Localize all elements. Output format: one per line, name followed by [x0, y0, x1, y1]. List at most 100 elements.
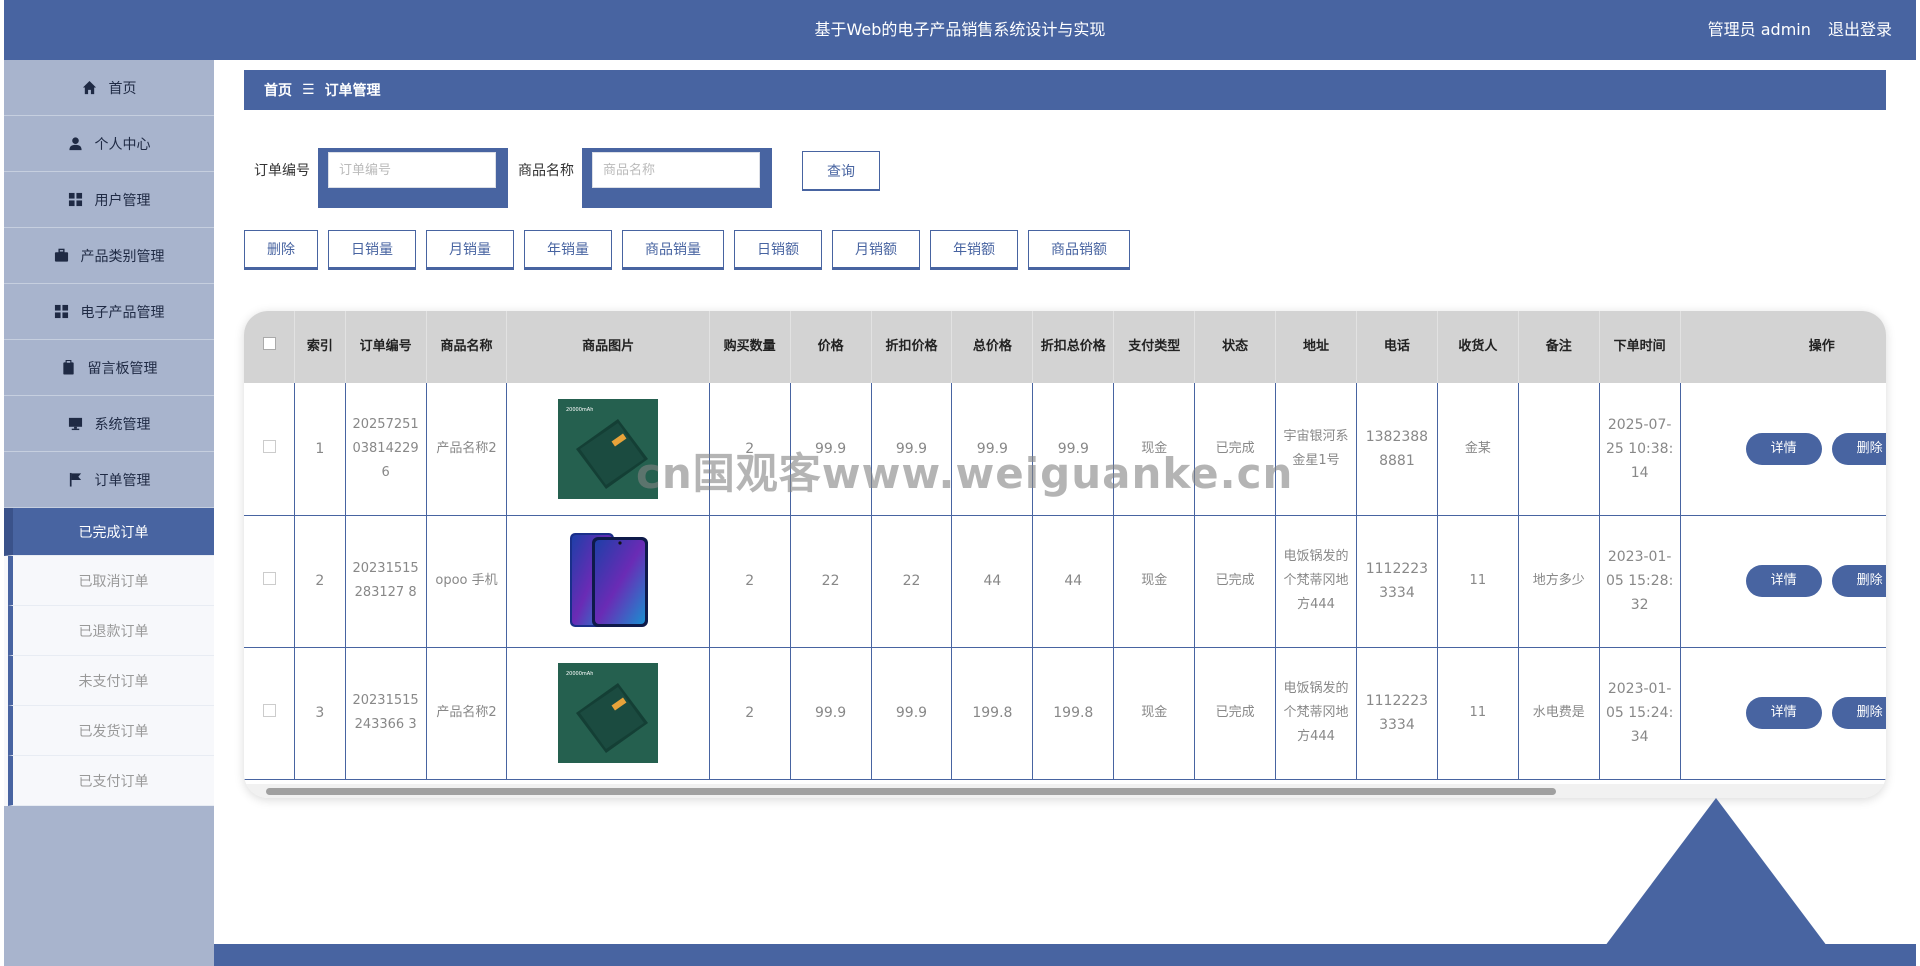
cell-phone: 11122233334 — [1356, 647, 1438, 779]
column-header: 备注 — [1518, 311, 1600, 383]
sidebar-item-categories[interactable]: 产品类别管理 — [4, 228, 214, 284]
grid-icon — [54, 304, 68, 319]
cell-image — [506, 515, 710, 647]
cell-receiver: 11 — [1437, 515, 1519, 647]
order-no-label: 订单编号 — [254, 163, 310, 179]
cell-image: 20000mAh — [506, 647, 710, 779]
cell-qty: 2 — [709, 515, 791, 647]
powerbank-image: 20000mAh — [558, 663, 659, 763]
sidebar-subitem-unpaid[interactable]: 未支付订单 — [8, 656, 214, 706]
yearly-sales-qty-button[interactable]: 年销量 — [524, 230, 612, 270]
sidebar-item-label: 订单管理 — [94, 472, 151, 489]
logout-link[interactable]: 退出登录 — [1828, 20, 1892, 39]
row-delete-button[interactable]: 删除 — [1831, 432, 1886, 465]
row-checkbox[interactable] — [262, 439, 276, 453]
daily-sales-amount-button[interactable]: 日销额 — [734, 230, 822, 270]
daily-sales-qty-button[interactable]: 日销量 — [328, 230, 416, 270]
cell-product: 产品名称2 — [426, 383, 508, 515]
column-header: 总价格 — [951, 311, 1034, 383]
sidebar-subitem-paid[interactable]: 已支付订单 — [8, 756, 214, 806]
decorative-triangle — [1566, 798, 1866, 966]
row-select-cell — [244, 647, 296, 779]
cell-order-no: 20231515243366 3 — [345, 647, 427, 779]
breadcrumb: 首页 ☰ 订单管理 — [244, 70, 1886, 110]
column-header: 状态 — [1194, 311, 1277, 383]
cell-address: 电饭锅发的个梵蒂冈地方444 — [1275, 647, 1357, 779]
sidebar-subitem-shipped[interactable]: 已发货订单 — [8, 706, 214, 756]
clipboard-icon — [62, 360, 74, 375]
product-sales-amount-button[interactable]: 商品销额 — [1028, 230, 1130, 270]
horizontal-scrollbar[interactable] — [244, 784, 1886, 798]
sidebar-subitem-refunded[interactable]: 已退款订单 — [8, 606, 214, 656]
sidebar-item-label: 系统管理 — [94, 416, 151, 433]
yearly-sales-amount-button[interactable]: 年销额 — [930, 230, 1018, 270]
breadcrumb-home[interactable]: 首页 — [264, 80, 292, 100]
cell-pay-type: 现金 — [1113, 647, 1196, 779]
sidebar-item-products[interactable]: 电子产品管理 — [4, 284, 214, 340]
detail-button[interactable]: 详情 — [1745, 697, 1822, 729]
product-name-input[interactable] — [592, 152, 760, 188]
footer-bar — [214, 944, 1916, 966]
cell-discount-price: 99.9 — [871, 647, 953, 779]
row-checkbox[interactable] — [262, 572, 276, 585]
select-all-cell — [244, 311, 296, 383]
cell-index: 1 — [294, 383, 346, 515]
detail-button[interactable]: 详情 — [1745, 432, 1822, 465]
breadcrumb-current: 订单管理 — [324, 83, 381, 99]
top-bar: 基于Web的电子产品销售系统设计与实现 管理员 admin 退出登录 — [4, 0, 1916, 60]
product-sales-qty-button[interactable]: 商品销量 — [622, 230, 724, 270]
row-checkbox[interactable] — [262, 704, 276, 717]
delete-button[interactable]: 删除 — [244, 230, 318, 270]
row-delete-button[interactable]: 删除 — [1831, 565, 1886, 597]
monthly-sales-qty-button[interactable]: 月销量 — [426, 230, 514, 270]
column-header: 收货人 — [1437, 311, 1519, 383]
column-header: 索引 — [294, 311, 346, 383]
cell-address: 宇宙银河系金星1号 — [1275, 383, 1357, 515]
user-label: 管理员 admin — [1707, 20, 1811, 39]
powerbank-image: 20000mAh — [558, 398, 659, 499]
search-form: 订单编号 商品名称 查询 — [254, 148, 880, 208]
monthly-sales-amount-button[interactable]: 月销额 — [832, 230, 920, 270]
person-icon — [68, 137, 82, 151]
sidebar: 首页 个人中心 用户管理 产品类别管理 电子产品管理 留言板管理 系统管理 订单… — [4, 60, 214, 966]
sidebar-item-home[interactable]: 首页 — [4, 60, 214, 116]
sidebar-subitem-completed[interactable]: 已完成订单 — [4, 508, 214, 556]
detail-button[interactable]: 详情 — [1745, 565, 1822, 597]
table-row: 1 20257251038142296 产品名称2 20000mAh 2 99.… — [244, 383, 1886, 515]
order-no-box — [318, 148, 508, 208]
sidebar-item-system[interactable]: 系统管理 — [4, 396, 214, 452]
product-name-box — [582, 148, 772, 208]
cell-status: 已完成 — [1194, 515, 1277, 647]
cell-time: 2023-01-05 15:24:34 — [1599, 647, 1681, 779]
row-delete-button[interactable]: 删除 — [1831, 697, 1886, 729]
table-row: 3 20231515243366 3 产品名称2 20000mAh 2 99.9… — [244, 647, 1886, 779]
column-header: 下单时间 — [1599, 311, 1681, 383]
sidebar-item-label: 留言板管理 — [87, 360, 158, 377]
sidebar-item-messages[interactable]: 留言板管理 — [4, 340, 214, 396]
cell-qty: 2 — [709, 647, 791, 779]
sidebar-subitem-cancelled[interactable]: 已取消订单 — [8, 556, 214, 606]
cell-price: 22 — [790, 515, 872, 647]
column-header: 商品名称 — [426, 311, 508, 383]
table-header-row: 索引 订单编号 商品名称 商品图片 购买数量 价格 折扣价格 总价格 折扣总价格… — [244, 311, 1886, 383]
column-header: 订单编号 — [345, 311, 427, 383]
cell-operations: 详情 删除 — [1680, 383, 1886, 515]
column-header: 商品图片 — [506, 311, 710, 383]
cell-image: 20000mAh — [506, 383, 710, 515]
sidebar-item-users[interactable]: 用户管理 — [4, 172, 214, 228]
grid-icon — [68, 192, 82, 207]
cell-discount-total: 44 — [1032, 515, 1115, 647]
sidebar-item-label: 电子产品管理 — [80, 304, 165, 321]
cell-index: 3 — [294, 647, 346, 779]
breadcrumb-separator-icon: ☰ — [302, 82, 315, 98]
sidebar-item-profile[interactable]: 个人中心 — [4, 116, 214, 172]
scrollbar-thumb[interactable] — [266, 788, 1556, 795]
app-title: 基于Web的电子产品销售系统设计与实现 — [814, 20, 1106, 39]
select-all-checkbox[interactable] — [262, 337, 276, 350]
sidebar-item-orders[interactable]: 订单管理 — [4, 452, 214, 508]
cell-receiver: 11 — [1437, 647, 1519, 779]
query-button[interactable]: 查询 — [802, 151, 880, 191]
order-no-input[interactable] — [328, 152, 496, 188]
cell-index: 2 — [294, 515, 346, 647]
cell-order-no: 20231515283127 8 — [345, 515, 427, 647]
